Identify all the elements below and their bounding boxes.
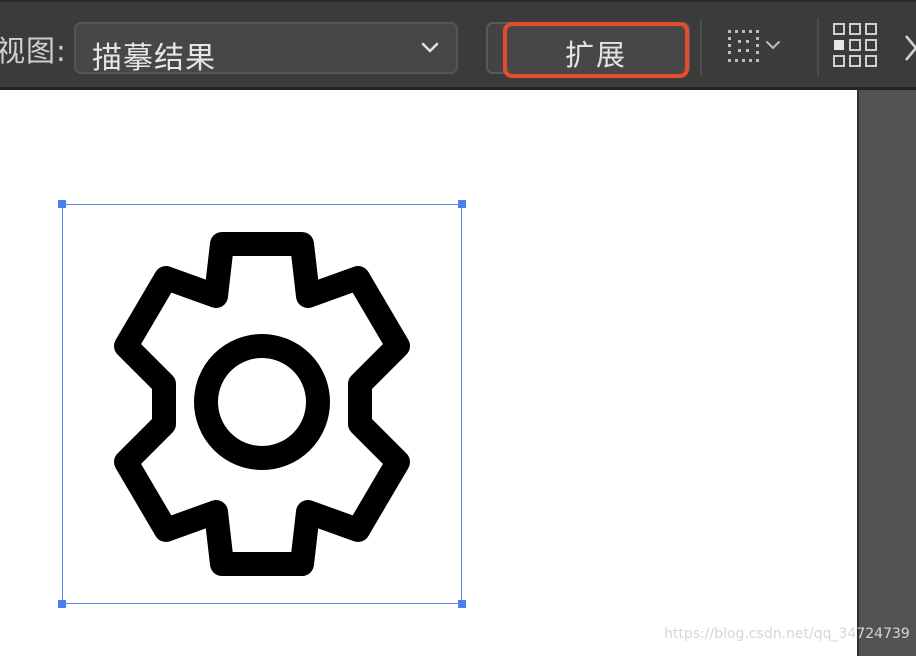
selection-bounding-box — [62, 204, 462, 604]
close-icon[interactable] — [902, 34, 916, 62]
grid-layout-icon[interactable] — [832, 22, 882, 72]
resize-handle-bottom-right[interactable] — [458, 600, 466, 608]
expand-button[interactable]: 扩展 — [503, 22, 689, 78]
resize-handle-top-right[interactable] — [458, 200, 466, 208]
view-dropdown[interactable]: 描摹结果 — [74, 22, 458, 76]
view-dropdown-value: 描摹结果 — [92, 41, 216, 76]
resize-handle-top-left[interactable] — [58, 200, 66, 208]
toolbar: 视图: 描摹结果 扩展 — [0, 0, 916, 90]
dotted-grid-icon[interactable] — [726, 26, 786, 66]
watermark: https://blog.csdn.net/qq_34724739 — [664, 626, 910, 642]
toolbar-divider — [817, 18, 819, 76]
toolbar-divider — [700, 18, 702, 76]
expand-button-label: 扩展 — [564, 38, 627, 72]
view-label: 视图: — [0, 34, 67, 68]
chevron-down-icon — [421, 42, 439, 53]
right-panel — [857, 90, 916, 656]
resize-handle-bottom-left[interactable] — [58, 600, 66, 608]
